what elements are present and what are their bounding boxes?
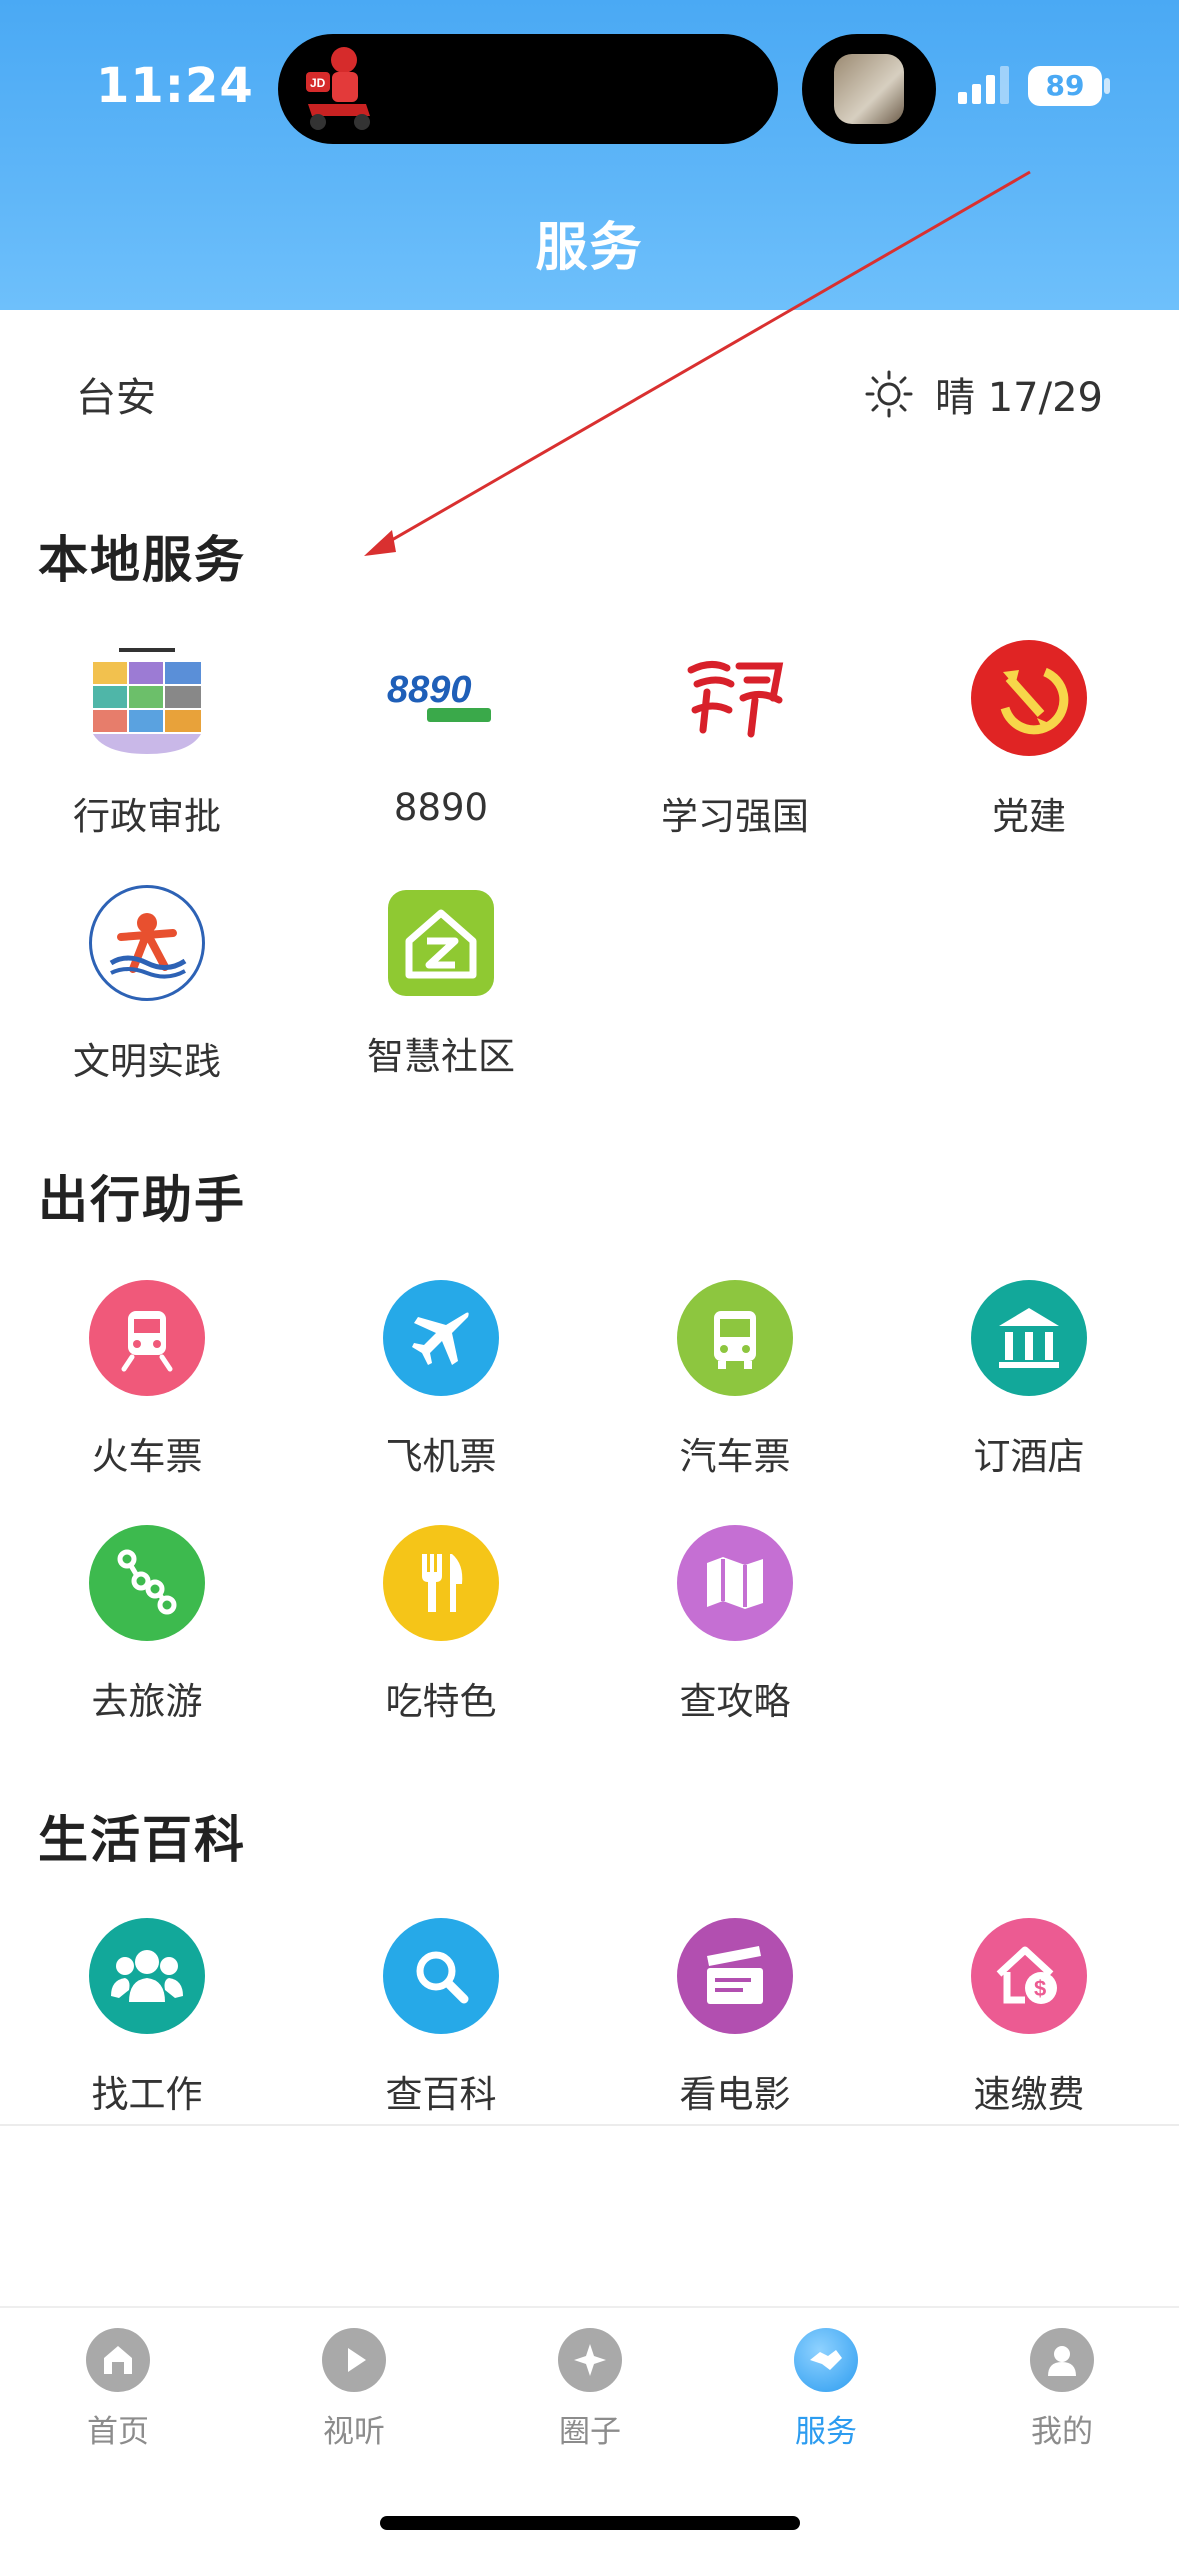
service-label: 去旅游 [91, 1680, 203, 1723]
service-xuexi-qiangguo[interactable]: 学习强国 [588, 640, 882, 840]
bus-icon [677, 1280, 793, 1396]
service-label: 智慧社区 [367, 1035, 515, 1078]
service-hotel-booking[interactable]: 订酒店 [882, 1280, 1176, 1480]
search-icon [383, 1918, 499, 2034]
play-icon [322, 2328, 386, 2392]
house-payment-icon: $ [971, 1918, 1087, 2034]
service-travel[interactable]: 去旅游 [0, 1525, 294, 1725]
tab-circle[interactable]: 圈子 [472, 2328, 708, 2451]
8890-logo-text: 8890 [387, 669, 472, 711]
service-flight-ticket[interactable]: 飞机票 [294, 1280, 588, 1480]
service-local-food[interactable]: 吃特色 [294, 1525, 588, 1725]
live-activity-avatar [834, 54, 904, 124]
service-label: 党建 [992, 795, 1066, 838]
weather-text: 晴 17/29 [935, 375, 1103, 421]
weather-info: 晴 17/29 [865, 365, 1103, 423]
tab-label: 服务 [795, 2414, 857, 2450]
service-travel-guide[interactable]: 查攻略 [588, 1525, 882, 1725]
service-label: 火车票 [91, 1435, 203, 1478]
tab-label: 视听 [323, 2414, 385, 2450]
civilization-practice-icon [89, 885, 205, 1001]
circle-icon [558, 2328, 622, 2392]
xuexi-qiangguo-icon [677, 640, 793, 756]
section-title-life-encyclopedia: 生活百科 [38, 1811, 246, 1869]
service-civilization-practice[interactable]: 文明实践 [0, 885, 294, 1085]
tab-services[interactable]: 服务 [708, 2328, 944, 2451]
route-icon [89, 1525, 205, 1641]
service-label: 飞机票 [385, 1435, 497, 1478]
tab-mine[interactable]: 我的 [944, 2328, 1179, 2451]
service-label: 看电影 [679, 2073, 791, 2116]
service-label: 文明实践 [73, 1040, 221, 1083]
service-page: 11:24 JD 89 服务 台安 晴 17/29 本地服务 行政审批 8890… [0, 0, 1179, 2556]
tab-audiovisual[interactable]: 视听 [236, 2328, 472, 2451]
section-title-local-services: 本地服务 [38, 531, 246, 589]
smart-community-icon [388, 890, 494, 996]
battery-tip [1104, 78, 1110, 94]
tab-label: 首页 [87, 2414, 149, 2450]
tab-label: 我的 [1031, 2414, 1093, 2450]
svg-text:JD: JD [310, 76, 326, 90]
service-label: 8890 [393, 786, 489, 829]
tab-label: 圈子 [559, 2414, 621, 2450]
clapperboard-icon [677, 1918, 793, 2034]
service-label: 订酒店 [973, 1435, 1085, 1478]
service-bus-ticket[interactable]: 汽车票 [588, 1280, 882, 1480]
service-quick-payment[interactable]: $ 速缴费 [882, 1918, 1176, 2118]
service-label: 找工作 [91, 2073, 203, 2116]
party-emblem-icon [971, 640, 1087, 756]
service-smart-community[interactable]: 智慧社区 [294, 885, 588, 1080]
section-title-travel-assistant: 出行助手 [38, 1171, 246, 1229]
admin-approval-icon [89, 640, 205, 756]
train-icon [89, 1280, 205, 1396]
tab-home[interactable]: 首页 [0, 2328, 236, 2451]
signal-icon [958, 66, 1009, 104]
page-title: 服务 [535, 218, 644, 278]
status-time: 11:24 [96, 58, 254, 114]
service-label: 查百科 [385, 2073, 497, 2116]
service-encyclopedia[interactable]: 查百科 [294, 1918, 588, 2118]
8890-logo-icon: 8890 [383, 640, 499, 756]
hotel-icon [971, 1280, 1087, 1396]
home-icon [86, 2328, 150, 2392]
service-find-job[interactable]: 找工作 [0, 1918, 294, 2118]
service-label: 汽车票 [679, 1435, 791, 1478]
sun-icon [865, 370, 913, 418]
battery-indicator: 89 [1028, 66, 1102, 106]
service-label: 吃特色 [385, 1680, 497, 1723]
service-label: 学习强国 [661, 795, 809, 838]
svg-text:$: $ [1034, 1976, 1046, 2001]
service-label: 速缴费 [973, 2073, 1085, 2116]
home-indicator [380, 2516, 800, 2530]
service-label: 行政审批 [73, 795, 221, 838]
location-city[interactable]: 台安 [76, 365, 156, 423]
service-8890[interactable]: 8890 8890 [294, 640, 588, 829]
service-movies[interactable]: 看电影 [588, 1918, 882, 2118]
service-admin-approval[interactable]: 行政审批 [0, 640, 294, 840]
map-icon [677, 1525, 793, 1641]
service-train-ticket[interactable]: 火车票 [0, 1280, 294, 1480]
handshake-icon [794, 2328, 858, 2392]
fork-knife-icon [383, 1525, 499, 1641]
people-icon [89, 1918, 205, 2034]
user-icon [1030, 2328, 1094, 2392]
delivery-scooter-icon: JD [306, 47, 370, 130]
airplane-icon [383, 1280, 499, 1396]
content-divider [0, 2124, 1179, 2126]
service-party-building[interactable]: 党建 [882, 640, 1176, 840]
service-label: 查攻略 [679, 1680, 791, 1723]
